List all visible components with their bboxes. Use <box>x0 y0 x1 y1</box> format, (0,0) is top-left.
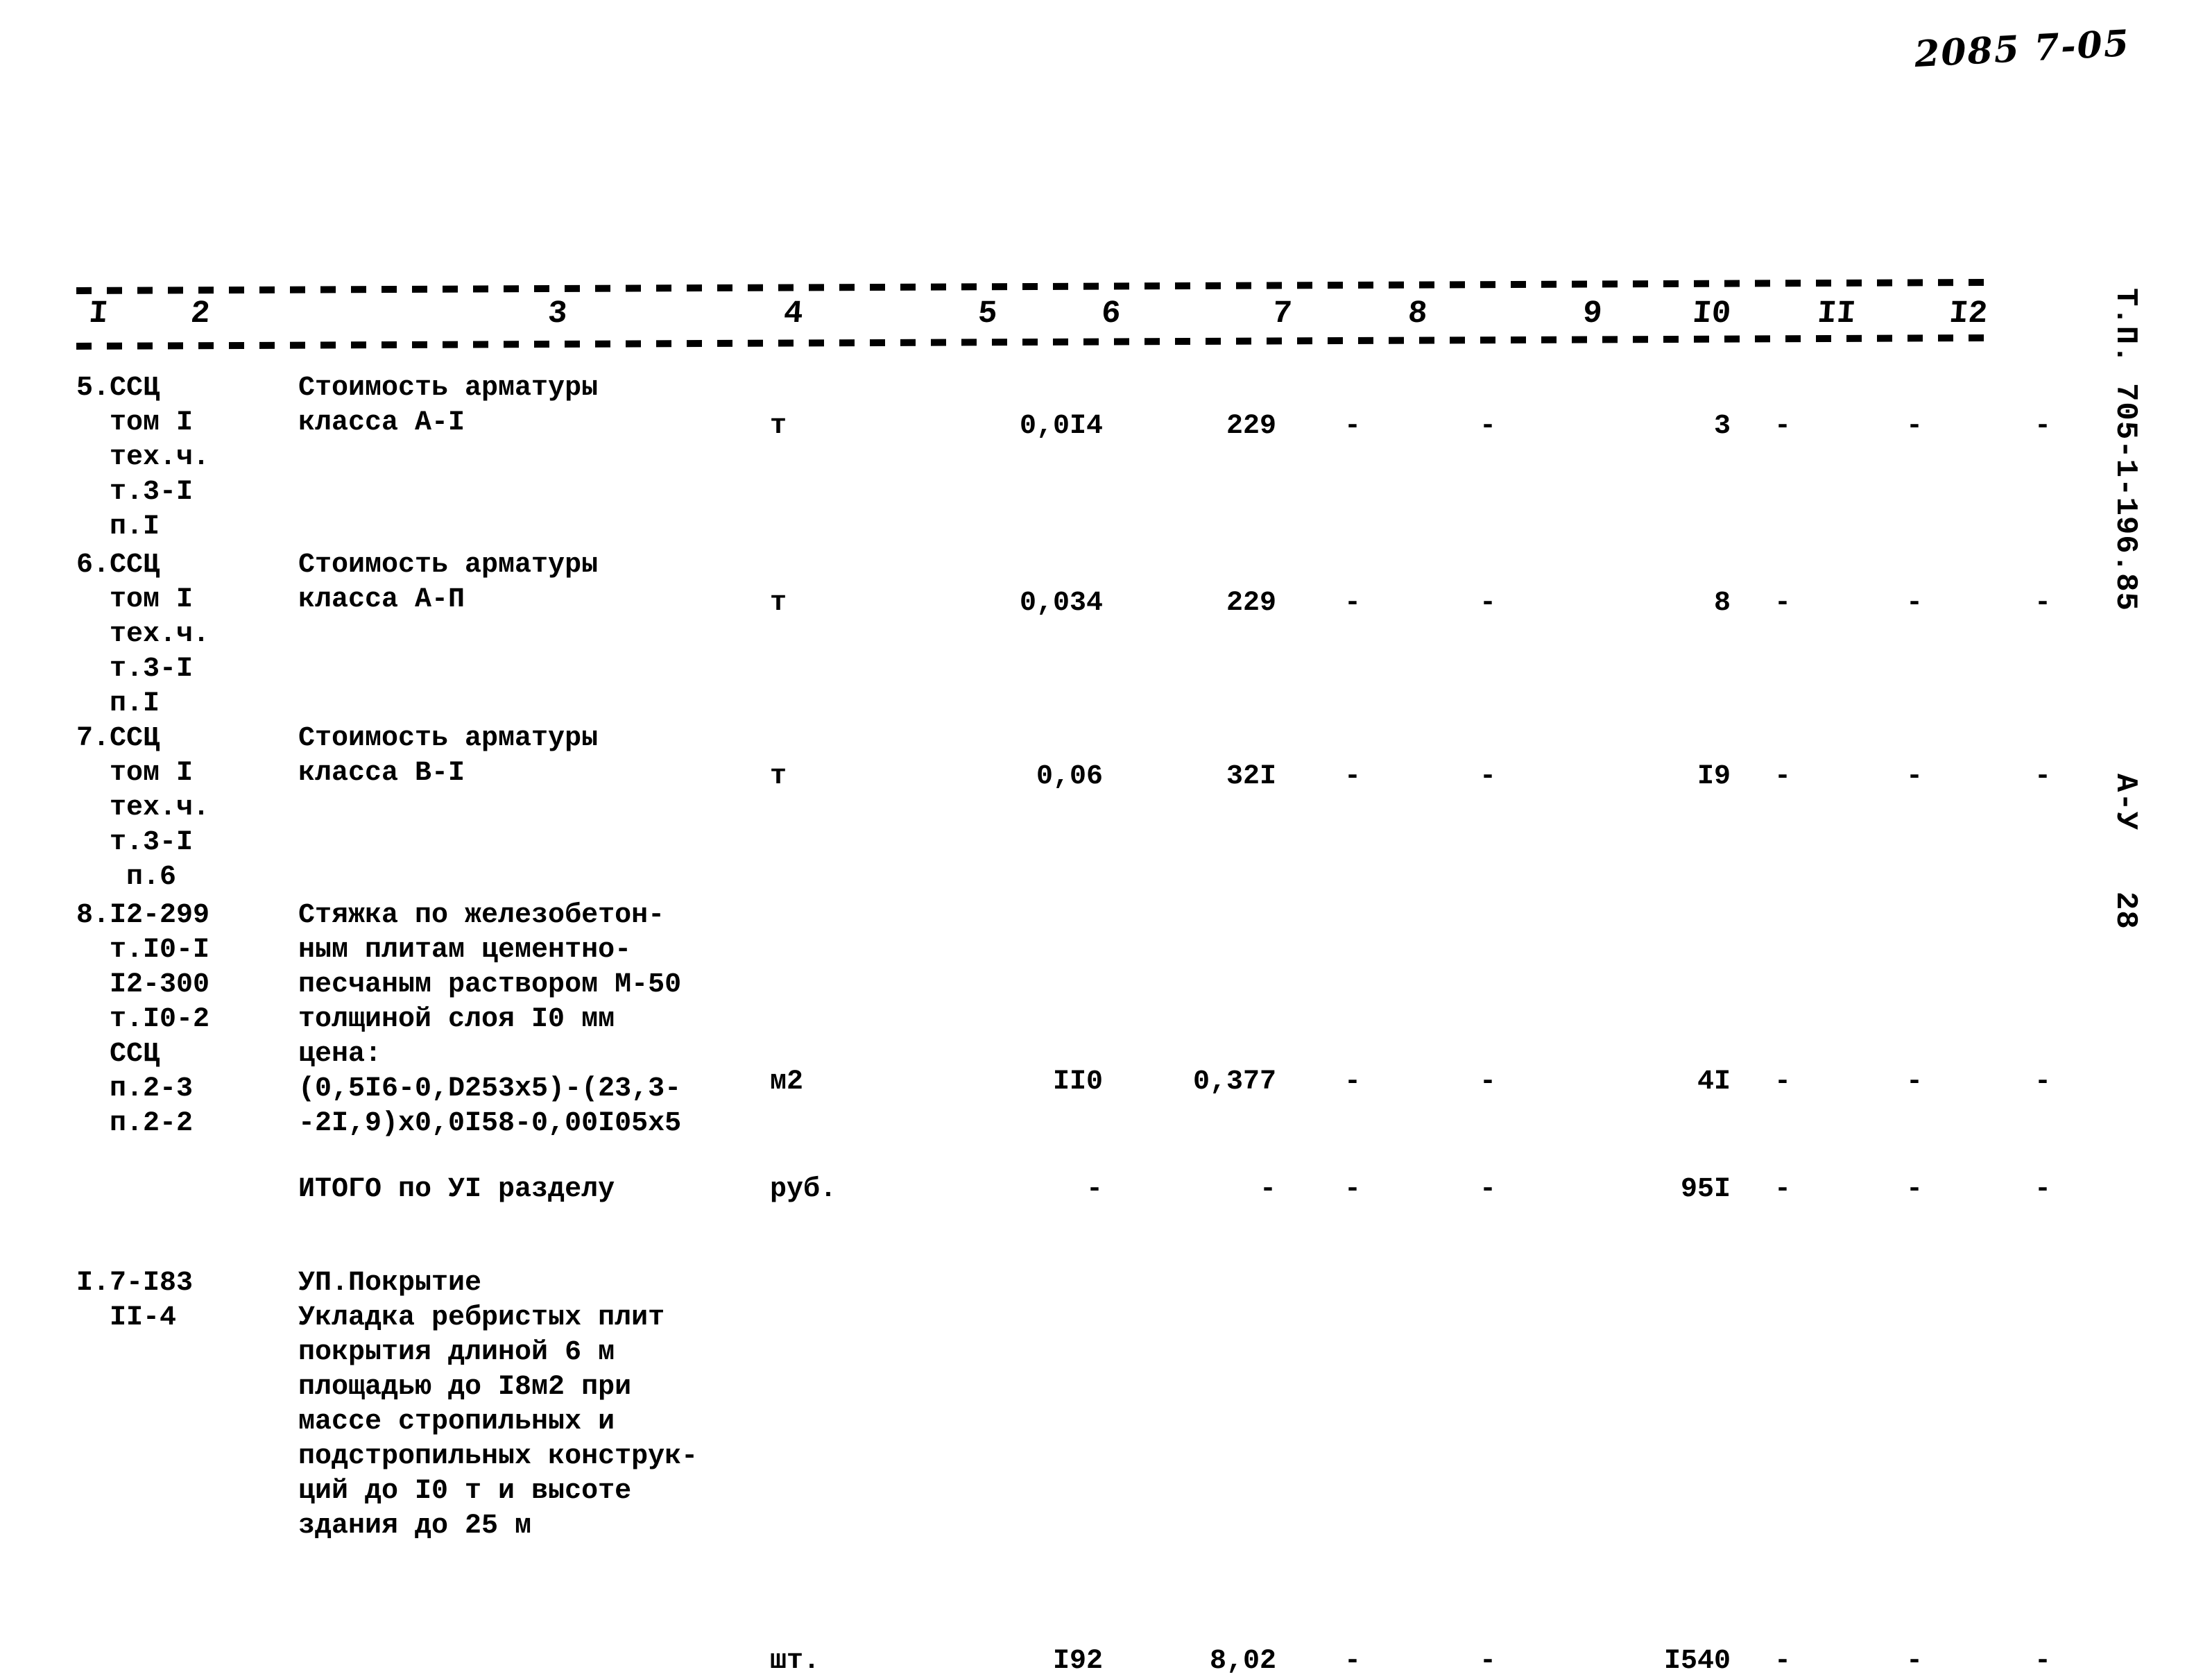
row-value-col-12: - <box>2034 411 2051 442</box>
row-value-col-5: 0,06 <box>1036 761 1103 792</box>
row-description: Стяжка по железобетон- ным плитам цемент… <box>298 900 682 1139</box>
row-value-col-7: - <box>1344 1174 1361 1205</box>
vertical-stamp-block: Т.П. 705-1-196.85 А-У 28 <box>2089 288 2172 982</box>
column-header-2: 2 <box>189 296 212 332</box>
row-value-col-10: - <box>1774 411 1791 442</box>
row-value-col-7: - <box>1344 588 1361 619</box>
row-description: Стоимость арматуры класса А-П <box>298 549 599 615</box>
row-value-col-4: т <box>770 411 787 442</box>
row-value-col-11: - <box>1905 761 1923 792</box>
row-value-col-8: - <box>1479 1066 1496 1098</box>
column-header-5: 5 <box>977 296 999 332</box>
row-value-col-12: - <box>2034 1066 2051 1098</box>
row-value-col-9: I540 <box>1663 1646 1731 1677</box>
row-value-col-10: - <box>1774 1646 1791 1677</box>
row-value-col-10: - <box>1774 588 1791 619</box>
table-header-row: I 2 3 4 5 6 7 8 9 I0 II I2 <box>76 293 1989 341</box>
row-value-col-7: - <box>1344 411 1361 442</box>
row-value-col-4: т <box>770 761 787 792</box>
document-page: 2085 7-05 Т.П. 705-1-196.85 А-У 28 I2345… <box>0 0 2212 1677</box>
column-header-12: I2 <box>1948 296 1989 332</box>
row-value-col-5: II0 <box>1052 1066 1103 1098</box>
row-value-col-7: - <box>1344 1646 1361 1677</box>
column-header-9: 9 <box>1581 296 1604 332</box>
row-value-col-8: - <box>1479 1174 1496 1205</box>
row-value-col-5: I92 <box>1052 1646 1103 1677</box>
row-value-col-5: 0,0I4 <box>1019 411 1103 442</box>
row-value-col-10: - <box>1774 761 1791 792</box>
row-value-col-12: - <box>2034 761 2051 792</box>
row-value-col-11: - <box>1905 411 1923 442</box>
row-value-col-4: т <box>770 588 787 619</box>
row-value-col-6: 8,02 <box>1209 1646 1276 1677</box>
row-value-col-12: - <box>2034 1646 2051 1677</box>
row-value-col-9: I9 <box>1697 761 1731 792</box>
row-value-col-7: - <box>1344 761 1361 792</box>
row-value-col-12: - <box>2034 1174 2051 1205</box>
row-value-col-6: 0,377 <box>1192 1066 1276 1098</box>
row-value-col-11: - <box>1905 1066 1923 1098</box>
row-value-col-9: 3 <box>1713 411 1731 442</box>
row-value-col-10: - <box>1774 1174 1791 1205</box>
row-value-col-11: - <box>1905 588 1923 619</box>
sheet-section-code: А-У <box>2108 774 2143 831</box>
row-value-col-6: 32I <box>1226 761 1276 792</box>
column-header-3: 3 <box>547 296 569 332</box>
row-value-col-11: - <box>1905 1646 1923 1677</box>
column-header-7: 7 <box>1271 296 1294 332</box>
column-header-6: 6 <box>1100 296 1122 332</box>
row-value-col-8: - <box>1479 588 1496 619</box>
row-value-col-8: - <box>1479 761 1496 792</box>
column-header-4: 4 <box>782 296 805 332</box>
sheet-number: 28 <box>2108 892 2143 930</box>
row-value-col-6: 229 <box>1226 588 1276 619</box>
row-value-col-9: 95I <box>1680 1174 1731 1205</box>
project-type-code: Т.П. 705-1-196.85 <box>2108 288 2143 611</box>
column-header-10: I0 <box>1691 296 1733 332</box>
row-description: Стоимость арматуры класса В-I <box>298 723 599 789</box>
row-value-col-9: 4I <box>1697 1066 1731 1098</box>
row-description: ИТОГО по УI разделу <box>298 1174 615 1205</box>
column-header-8: 8 <box>1407 296 1429 332</box>
table-top-rule <box>76 278 1988 295</box>
row-value-col-6: 229 <box>1226 411 1276 442</box>
row-description: Стоимость арматуры класса А-I <box>298 373 599 438</box>
row-value-col-4: руб. <box>770 1174 837 1205</box>
row-value-col-8: - <box>1479 411 1496 442</box>
row-value-col-4: шт. <box>770 1646 821 1677</box>
row-value-col-4: м2 <box>770 1066 804 1098</box>
row-value-col-8: - <box>1479 1646 1496 1677</box>
row-value-col-11: - <box>1905 1174 1923 1205</box>
row-value-col-7: - <box>1344 1066 1361 1098</box>
row-description: УП.Покрытие Укладка ребристых плит покры… <box>298 1268 698 1542</box>
handwritten-archive-number: 2085 7-05 <box>1913 22 2132 76</box>
row-value-col-5: - <box>1086 1174 1103 1205</box>
row-value-col-5: 0,034 <box>1019 588 1103 619</box>
column-header-1: I <box>87 296 110 332</box>
row-value-col-12: - <box>2034 588 2051 619</box>
row-value-col-6: - <box>1259 1174 1276 1205</box>
column-header-11: II <box>1816 296 1858 332</box>
row-value-col-10: - <box>1774 1066 1791 1098</box>
row-value-col-9: 8 <box>1713 588 1731 619</box>
